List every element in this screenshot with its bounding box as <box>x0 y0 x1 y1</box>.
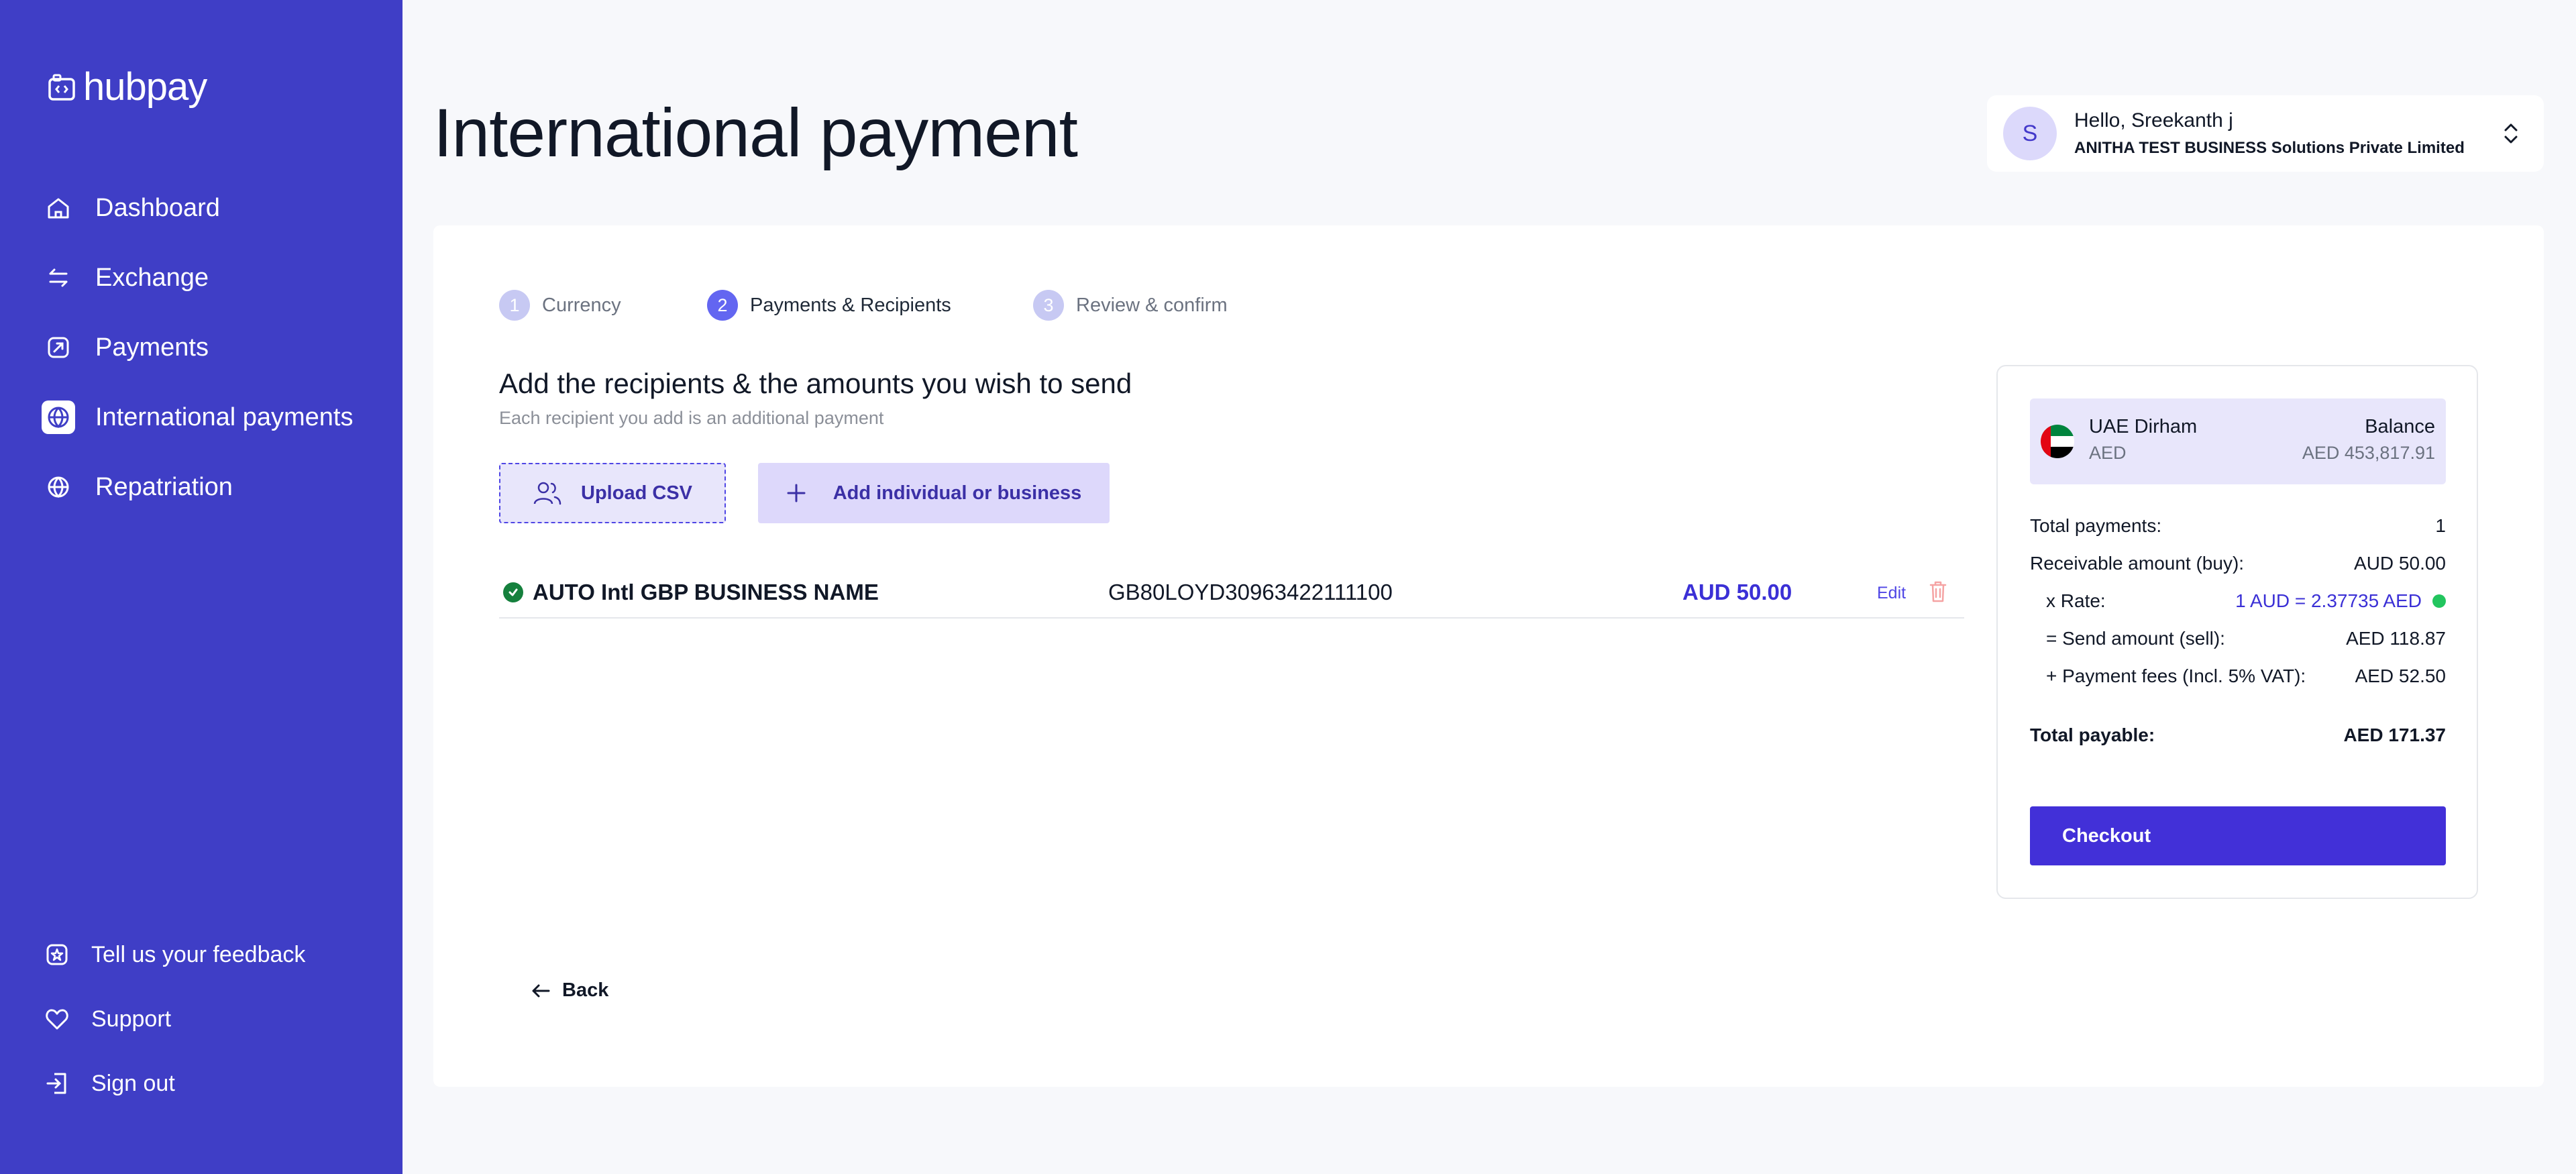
logo[interactable]: hubpay <box>47 64 207 109</box>
sidebar-item-feedback[interactable]: Tell us your feedback <box>42 932 305 977</box>
summary-total-payable: Total payable: AED 171.37 <box>2030 725 2446 746</box>
summary-label: Total payable: <box>2030 725 2155 745</box>
user-switcher[interactable]: S Hello, Sreekanth j ANITHA TEST BUSINES… <box>1987 95 2544 172</box>
chevron-up-down-icon[interactable] <box>2501 119 2521 148</box>
sidebar-item-international-payments[interactable]: International payments <box>42 394 353 441</box>
exchange-icon <box>42 261 75 295</box>
summary-label: + Payment fees (Incl. 5% VAT): <box>2046 665 2306 686</box>
summary-value: AED 171.37 <box>2343 725 2446 745</box>
sidebar-item-repatriation[interactable]: Repatriation <box>42 464 233 511</box>
summary-label: x Rate: <box>2046 590 2106 611</box>
table-row: AUTO Intl GBP BUSINESS NAME GB80LOYD3096… <box>499 576 1964 619</box>
page-title: International payment <box>433 95 1078 171</box>
summary-label: = Send amount (sell): <box>2046 628 2225 649</box>
sidebar-item-exchange[interactable]: Exchange <box>42 254 209 301</box>
step-number: 2 <box>707 290 738 321</box>
step-payments-recipients[interactable]: 2 Payments & Recipients <box>707 290 951 321</box>
sidebar-item-label: Payments <box>95 333 209 362</box>
sidebar-item-label: Support <box>91 1006 172 1032</box>
globe-icon <box>42 470 75 504</box>
add-recipient-label: Add individual or business <box>833 482 1082 504</box>
check-circle-icon <box>503 582 523 602</box>
summary-receivable-amount: Receivable amount (buy): AUD 50.00 <box>2030 553 2446 574</box>
live-rate-dot-icon <box>2432 594 2446 608</box>
brand-name: hubpay <box>83 65 207 109</box>
sidebar-item-label: Sign out <box>91 1070 175 1096</box>
step-number: 1 <box>499 290 530 321</box>
users-icon <box>533 482 561 505</box>
back-button[interactable]: Back <box>531 979 608 1002</box>
checkout-button[interactable]: Checkout <box>2030 806 2446 865</box>
wallet-currency-code: AED <box>2089 443 2127 463</box>
step-label: Review & confirm <box>1076 294 1228 316</box>
summary-value: 1 AUD = 2.37735 AED <box>2235 590 2422 611</box>
step-currency[interactable]: 1 Currency <box>499 290 621 321</box>
step-label: Currency <box>542 294 621 316</box>
sidebar-item-label: International payments <box>95 403 354 431</box>
recipient-iban: GB80LOYD30963422111100 <box>1108 580 1393 604</box>
step-label: Payments & Recipients <box>750 294 951 316</box>
wallet-balance-value: AED 453,817.91 <box>2302 443 2435 463</box>
summary-total-payments: Total payments: 1 <box>2030 515 2446 537</box>
wallet-balance-card: UAE Dirham AED Balance AED 453,817.91 <box>2030 398 2446 484</box>
summary-send-amount: = Send amount (sell): AED 118.87 <box>2030 628 2446 649</box>
sidebar-item-label: Dashboard <box>95 193 220 222</box>
upload-csv-label: Upload CSV <box>581 482 692 504</box>
user-company: ANITHA TEST BUSINESS Solutions Private L… <box>2074 139 2465 157</box>
wallet-balance-label: Balance <box>2365 416 2435 437</box>
sign-out-icon <box>42 1068 72 1099</box>
uae-flag-icon <box>2041 425 2074 458</box>
payments-icon <box>42 331 75 364</box>
feedback-icon <box>42 939 72 970</box>
summary-value: 1 <box>2435 515 2446 536</box>
wallet-currency-name: UAE Dirham <box>2089 416 2198 437</box>
recipient-name: AUTO Intl GBP BUSINESS NAME <box>533 580 879 604</box>
sidebar-item-dashboard[interactable]: Dashboard <box>42 184 220 231</box>
section-subtitle: Each recipient you add is an additional … <box>499 408 884 428</box>
user-info: Hello, Sreekanth j ANITHA TEST BUSINESS … <box>2074 109 2465 158</box>
sidebar-item-payments[interactable]: Payments <box>42 324 209 371</box>
avatar: S <box>2003 107 2057 160</box>
trash-icon[interactable] <box>1928 580 1948 604</box>
sidebar-item-label: Tell us your feedback <box>91 941 306 967</box>
add-recipient-button[interactable]: Add individual or business <box>758 463 1110 523</box>
summary-label: Receivable amount (buy): <box>2030 553 2245 574</box>
upload-csv-button[interactable]: Upload CSV <box>499 463 726 523</box>
payment-card: 1 Currency 2 Payments & Recipients 3 Rev… <box>433 225 2544 1087</box>
recipient-amount: AUD 50.00 <box>1682 580 1792 604</box>
heart-icon <box>42 1004 72 1034</box>
summary-value: AED 118.87 <box>2346 628 2446 649</box>
sidebar-item-support[interactable]: Support <box>42 997 171 1041</box>
rate-value-wrap: 1 AUD = 2.37735 AED <box>2235 590 2446 612</box>
sidebar-item-label: Repatriation <box>95 472 233 501</box>
home-icon <box>42 191 75 225</box>
logo-icon <box>48 74 75 101</box>
sidebar: hubpay Dashboard Exchange Payments Inter… <box>0 0 402 1174</box>
payment-summary: UAE Dirham AED Balance AED 453,817.91 To… <box>1996 365 2478 899</box>
sidebar-item-sign-out[interactable]: Sign out <box>42 1061 175 1106</box>
summary-label: Total payments: <box>2030 515 2162 536</box>
section-title: Add the recipients & the amounts you wis… <box>499 368 1132 399</box>
step-review-confirm[interactable]: 3 Review & confirm <box>1033 290 1228 321</box>
step-number: 3 <box>1033 290 1064 321</box>
summary-value: AED 52.50 <box>2355 665 2446 686</box>
globe-icon <box>42 401 75 434</box>
arrow-left-icon <box>532 984 550 997</box>
user-greeting: Hello, Sreekanth j <box>2074 109 2233 131</box>
sidebar-item-label: Exchange <box>95 263 209 292</box>
edit-recipient-button[interactable]: Edit <box>1877 584 1906 603</box>
summary-rate: x Rate: 1 AUD = 2.37735 AED <box>2030 590 2446 612</box>
summary-value: AUD 50.00 <box>2354 553 2446 574</box>
back-label: Back <box>562 979 609 1001</box>
plus-icon <box>787 484 806 502</box>
summary-payment-fees: + Payment fees (Incl. 5% VAT): AED 52.50 <box>2030 665 2446 687</box>
